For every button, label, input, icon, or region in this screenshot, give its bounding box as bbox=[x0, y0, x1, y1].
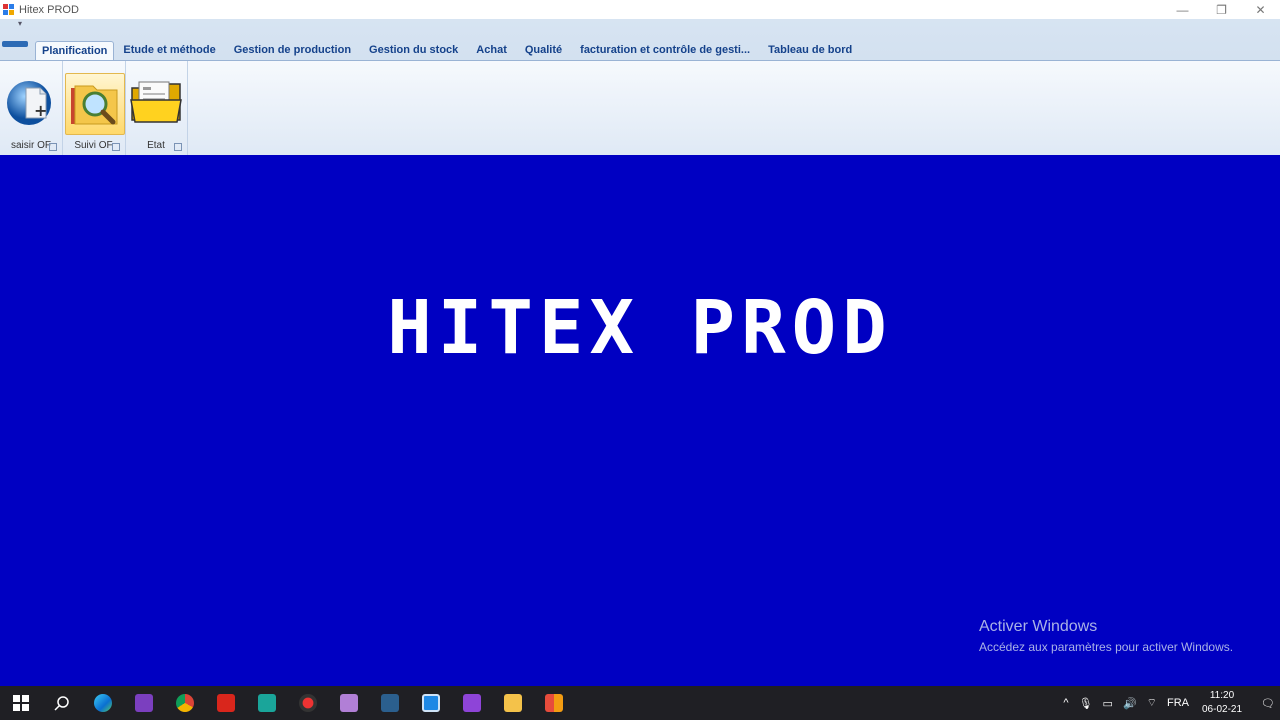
tab-achat[interactable]: Achat bbox=[467, 41, 516, 60]
battery-icon[interactable]: ▭ bbox=[1103, 697, 1113, 710]
tab-facturation[interactable]: facturation et contrôle de gesti... bbox=[571, 41, 759, 60]
pen-app-icon[interactable] bbox=[328, 686, 369, 720]
wifi-icon[interactable]: ⌔ bbox=[1147, 696, 1157, 710]
quick-access-dropdown[interactable]: ▾ bbox=[18, 19, 22, 28]
group-launcher-icon[interactable] bbox=[112, 143, 120, 151]
tab-planification[interactable]: Planification bbox=[35, 41, 115, 60]
file-explorer-icon[interactable] bbox=[492, 686, 533, 720]
activation-watermark-title: Activer Windows bbox=[979, 618, 1098, 635]
clock-date: 06-02-21 bbox=[1202, 704, 1243, 715]
saisir-of-button[interactable]: + bbox=[2, 73, 60, 133]
app-banner: HITEX PROD bbox=[387, 285, 893, 371]
application-menu-button[interactable] bbox=[2, 41, 28, 47]
title-bar: Hitex PROD — ❐ ✕ bbox=[0, 0, 1280, 19]
group-saisir-of: + saisir OF bbox=[0, 61, 63, 155]
minimize-button[interactable]: — bbox=[1163, 0, 1202, 19]
suivi-of-button[interactable] bbox=[65, 73, 125, 135]
microphone-icon[interactable]: 🎙 bbox=[1079, 697, 1093, 710]
visual-studio-icon[interactable] bbox=[123, 686, 164, 720]
search-icon[interactable] bbox=[41, 686, 82, 720]
folder-report-icon bbox=[130, 81, 182, 123]
group-etat: Etat bbox=[125, 61, 188, 155]
ribbon-tabs: Planification Etude et méthode Gestion d… bbox=[35, 41, 861, 60]
volume-icon[interactable]: 🔊 bbox=[1123, 697, 1137, 710]
record-icon[interactable] bbox=[287, 686, 328, 720]
tray-chevron-icon[interactable]: ^ bbox=[1063, 697, 1068, 709]
new-document-icon: + bbox=[7, 81, 51, 125]
folder-search-icon bbox=[71, 85, 118, 125]
clock[interactable]: 11:20 06-02-21 bbox=[1202, 689, 1242, 717]
activation-watermark-subtitle: Accédez aux paramètres pour activer Wind… bbox=[979, 640, 1234, 654]
group-suivi-of: Suivi OF bbox=[62, 61, 126, 155]
tab-etude-methode[interactable]: Etude et méthode bbox=[114, 41, 224, 60]
visual-studio-icon[interactable] bbox=[451, 686, 492, 720]
system-tray: ^ 🎙 ▭ 🔊 ⌔ FRA 11:20 06-02-21 🗨 bbox=[1058, 686, 1280, 720]
group-launcher-icon[interactable] bbox=[49, 143, 57, 151]
close-button[interactable]: ✕ bbox=[1241, 0, 1280, 19]
maximize-button[interactable]: ❐ bbox=[1202, 0, 1241, 19]
ribbon: ▾ Planification Etude et méthode Gestion… bbox=[0, 19, 1280, 155]
app-logo-icon bbox=[3, 3, 15, 16]
chrome-icon[interactable] bbox=[164, 686, 205, 720]
group-launcher-icon[interactable] bbox=[174, 143, 182, 151]
tab-qualite[interactable]: Qualité bbox=[516, 41, 571, 60]
pdf-icon[interactable] bbox=[205, 686, 246, 720]
ribbon-panel: + saisir OF Suivi OF Etat bbox=[0, 60, 1280, 155]
sql-icon[interactable] bbox=[369, 686, 410, 720]
app-icon[interactable] bbox=[533, 686, 574, 720]
app-window-icon[interactable] bbox=[410, 686, 451, 720]
notifications-icon[interactable]: 🗨 bbox=[1261, 697, 1275, 710]
etat-button[interactable] bbox=[127, 73, 185, 133]
svg-text:+: + bbox=[34, 101, 47, 120]
windows-start-icon[interactable] bbox=[0, 686, 41, 720]
window-title: Hitex PROD bbox=[19, 3, 79, 16]
taskbar: ^ 🎙 ▭ 🔊 ⌔ FRA 11:20 06-02-21 🗨 bbox=[0, 686, 1280, 720]
tab-gestion-production[interactable]: Gestion de production bbox=[225, 41, 360, 60]
edge-icon[interactable] bbox=[82, 686, 123, 720]
clock-time: 11:20 bbox=[1209, 690, 1235, 701]
tab-tableau-de-bord[interactable]: Tableau de bord bbox=[759, 41, 861, 60]
language-indicator[interactable]: FRA bbox=[1167, 697, 1189, 709]
tab-gestion-stock[interactable]: Gestion du stock bbox=[360, 41, 467, 60]
main-content-area: HITEX PROD Activer Windows Accédez aux p… bbox=[0, 155, 1280, 686]
camera-icon[interactable] bbox=[246, 686, 287, 720]
